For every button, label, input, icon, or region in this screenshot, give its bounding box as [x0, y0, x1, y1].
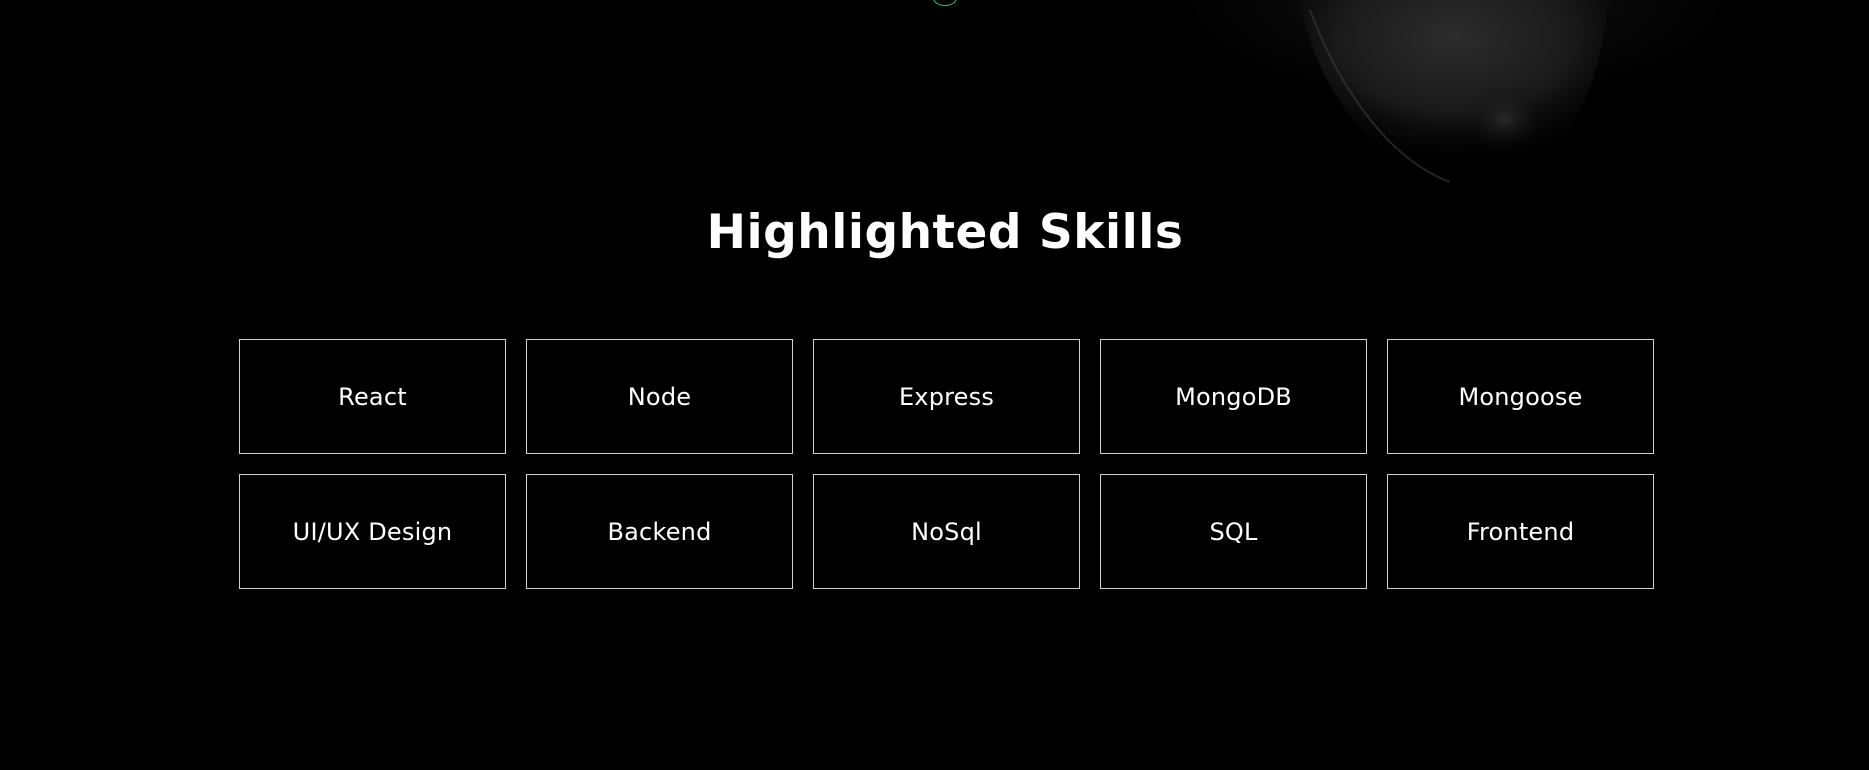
skill-label: Backend — [607, 517, 712, 546]
skill-label: NoSql — [911, 517, 982, 546]
skill-card-express[interactable]: Express — [813, 339, 1080, 454]
skill-label: Frontend — [1466, 517, 1575, 546]
skill-card-nosql[interactable]: NoSql — [813, 474, 1080, 589]
skill-card-uiux-design[interactable]: UI/UX Design — [239, 474, 506, 589]
skill-label: React — [338, 382, 407, 411]
skill-label: SQL — [1209, 517, 1258, 546]
skills-grid: React Node Express MongoDB Mongoose UI/U… — [239, 339, 1654, 589]
skill-label: Mongoose — [1458, 382, 1583, 411]
skill-card-frontend[interactable]: Frontend — [1387, 474, 1654, 589]
section-title: Highlighted Skills — [706, 205, 1184, 260]
skill-card-backend[interactable]: Backend — [526, 474, 793, 589]
skill-card-mongoose[interactable]: Mongoose — [1387, 339, 1654, 454]
skill-label: MongoDB — [1175, 382, 1292, 411]
skill-label: Node — [627, 382, 692, 411]
skills-section: Highlighted Skills React Node Express Mo… — [0, 0, 1869, 770]
skill-card-sql[interactable]: SQL — [1100, 474, 1367, 589]
skill-label: Express — [898, 382, 995, 411]
skill-card-node[interactable]: Node — [526, 339, 793, 454]
skill-card-mongodb[interactable]: MongoDB — [1100, 339, 1367, 454]
skill-label: UI/UX Design — [292, 517, 453, 546]
skill-card-react[interactable]: React — [239, 339, 506, 454]
